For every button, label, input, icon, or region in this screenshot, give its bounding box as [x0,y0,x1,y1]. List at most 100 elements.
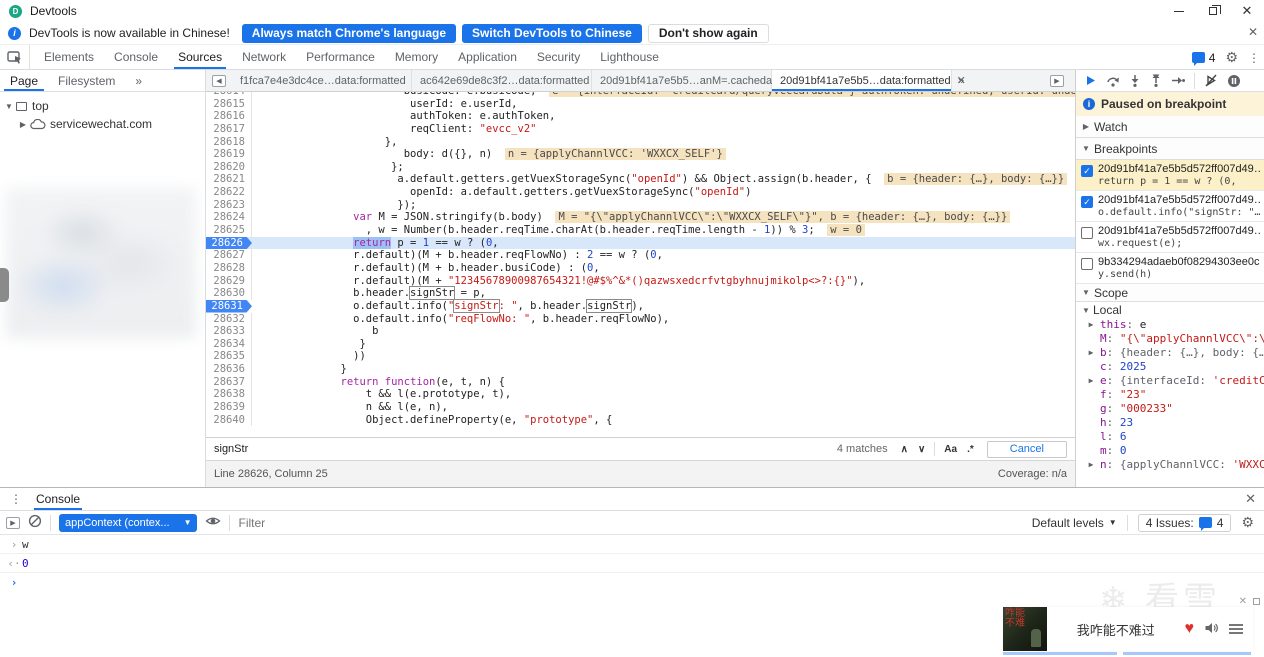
levels-dropdown[interactable]: Default levels ▼ [1032,516,1117,530]
issues-counter[interactable]: 4 Issues: 4 [1137,513,1232,532]
search-input[interactable] [206,443,837,455]
breakpoint-checkbox[interactable]: ✓ [1081,165,1093,177]
eye-icon[interactable] [205,515,221,530]
tab-console[interactable]: Console [104,45,168,69]
console-kebab-icon[interactable]: ⋮ [0,492,32,506]
line-number[interactable]: 28624 [206,211,252,225]
tab-security[interactable]: Security [527,45,590,69]
always-match-language-button[interactable]: Always match Chrome's language [241,23,457,43]
breakpoint-checkbox[interactable] [1081,227,1093,239]
watch-section-header[interactable]: ▶ Watch [1076,116,1264,138]
tab-memory[interactable]: Memory [385,45,448,69]
scope-variable[interactable]: c: 2025 [1076,360,1264,374]
code-line[interactable]: 28625 , w = Number(b.header.reqTime.char… [206,224,1075,237]
line-number[interactable]: 28633 [206,325,252,338]
line-number[interactable]: 28621 [206,173,252,187]
step-over-icon[interactable] [1106,74,1120,87]
regex-button[interactable]: .* [962,444,979,455]
tab-sources[interactable]: Sources [168,45,232,69]
code-line[interactable]: 28627 r.default)(M + b.header.reqFlowNo)… [206,249,1075,262]
line-number[interactable]: 28629 [206,274,252,288]
restore-button[interactable] [1196,0,1230,22]
inspect-icon[interactable] [0,45,30,69]
tab-filesystem[interactable]: Filesystem [48,70,125,91]
code-line[interactable]: 28633 b [206,325,1075,338]
close-console-icon[interactable]: ✕ [1245,491,1256,507]
hide-navigator-icon[interactable]: ◀ [212,74,226,87]
code-line[interactable]: 28629 r.default)(M + "123456789009876543… [206,274,1075,288]
speaker-icon[interactable] [1204,621,1219,638]
breakpoints-section-header[interactable]: ▼ Breakpoints [1076,138,1264,160]
navigator-overflow-icon[interactable]: » [125,70,152,91]
tab-lighthouse[interactable]: Lighthouse [590,45,669,69]
code-line[interactable]: 28628 r.default)(M + b.header.busiCode) … [206,261,1075,275]
line-number[interactable]: 28627 [206,249,252,262]
code-line[interactable]: 28638 t && l(e.prototype, t), [206,388,1075,402]
breakpoint-checkbox[interactable] [1081,258,1093,270]
scope-variable[interactable]: ▶ b: {header: {…}, body: {…}} [1076,346,1264,360]
line-number[interactable]: 28616 [206,110,252,123]
breakpoint-entry[interactable]: 9b334294adaeb0f08294303ee0c… y.send(h) [1076,253,1264,284]
scope-variable[interactable]: ▶ this: e [1076,318,1264,332]
source-tab[interactable]: ac642e69de8c3f2…data:formatted [412,70,592,91]
edge-handle[interactable] [0,268,9,302]
scope-local-header[interactable]: ▼ Local [1076,302,1264,318]
console-prompt-row[interactable]: › [0,573,1264,592]
line-number[interactable]: 28640 [206,413,252,427]
code-line[interactable]: 28623 }); [206,198,1075,212]
code-line[interactable]: 28616 authToken: e.authToken, [206,110,1075,123]
scope-variable[interactable]: h: 23 [1076,416,1264,430]
filter-input[interactable] [238,515,1024,530]
breakpoint-badge[interactable]: 28626 [206,236,252,250]
switch-to-chinese-button[interactable]: Switch DevTools to Chinese [462,23,642,43]
step-out-icon[interactable] [1150,74,1162,87]
chevron-right-icon[interactable]: ▶ [1086,318,1096,332]
context-selector[interactable]: appContext (contex... ▼ [59,513,198,532]
line-number[interactable]: 28625 [206,224,252,237]
line-number[interactable]: 28617 [206,122,252,136]
line-number[interactable]: 28634 [206,337,252,351]
tab-elements[interactable]: Elements [34,45,104,69]
line-number[interactable]: 28632 [206,312,252,326]
deactivate-breakpoints-icon[interactable] [1204,74,1218,87]
resume-icon[interactable] [1084,74,1097,87]
code-line[interactable]: 28617 reqClient: "evcc_v2" [206,122,1075,136]
tab-network[interactable]: Network [232,45,296,69]
breakpoint-entry[interactable]: ✓ 20d91bf41a7e5b5d572ff007d49… return p = … [1076,160,1264,191]
line-number[interactable]: 28639 [206,401,252,414]
close-button[interactable]: ✕ [1230,0,1264,22]
chevron-right-icon[interactable]: ▶ [1086,458,1096,472]
scope-variable[interactable]: M: "{\"applyChannlVCC\":\"WXXC [1076,332,1264,346]
breakpoint-checkbox[interactable]: ✓ [1081,196,1093,208]
music-player-widget[interactable]: 咋能 不难 我咋能不难过 ♥ [1003,607,1253,651]
code-line[interactable]: 28622 openId: a.default.getters.getVuexS… [206,186,1075,199]
widget-expand-icon[interactable] [1253,598,1260,605]
line-number[interactable]: 28623 [206,198,252,212]
code-line[interactable]: 28635 )) [206,350,1075,364]
console-settings-icon[interactable]: ⚙ [1241,514,1254,531]
console-sidebar-icon[interactable]: ▶ [6,516,20,529]
tree-item-servicewechat[interactable]: ▶ servicewechat.com [4,115,205,133]
more-tabs-icon[interactable]: ▶ [1050,75,1064,87]
widget-close-icon[interactable]: ✕ [1239,596,1247,607]
step-icon[interactable] [1171,74,1185,87]
code-area[interactable]: 28614 busiCode: e.busiCode, e = {interfa… [206,92,1075,437]
line-number[interactable]: 28620 [206,160,252,174]
source-tab[interactable]: 20d91bf41a7e5b5…data:formatted ✕ [772,70,966,91]
cancel-button[interactable]: Cancel [986,440,1067,458]
code-line[interactable]: 28630 b.header.signStr = p, [206,286,1075,301]
line-number[interactable]: 28622 [206,186,252,199]
scope-variable[interactable]: ▶ n: {applyChannlVCC: 'WXXCX_SEL [1076,458,1264,472]
breakpoint-badge[interactable]: 28631 [206,299,252,313]
code-line[interactable]: 28619 body: d({}, n) n = {applyChannlVCC… [206,148,1075,161]
line-number[interactable]: 28636 [206,363,252,376]
tree-item-top[interactable]: ▼ top [4,97,205,115]
scope-section-header[interactable]: ▼ Scope [1076,284,1264,302]
code-line[interactable]: 28624 var M = JSON.stringify(b.body) M =… [206,211,1075,225]
close-notification-icon[interactable]: ✕ [1248,25,1258,39]
line-number[interactable]: 28630 [206,287,252,300]
tab-console[interactable]: Console [34,488,83,510]
console-output[interactable]: › w ‹· 0 › [0,535,1264,592]
code-line[interactable]: 28618 }, [206,135,1075,149]
line-number[interactable]: 28615 [206,97,252,111]
